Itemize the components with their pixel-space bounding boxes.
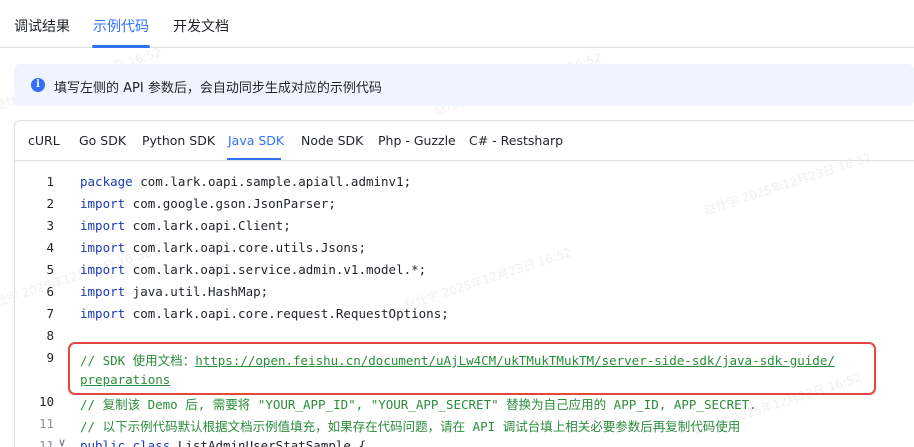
code-rest: com.lark.oapi.Client; bbox=[125, 218, 291, 233]
code-line: 11 public class ListAdminUserStatSample … bbox=[15, 438, 914, 447]
code-rest: com.google.gson.JsonParser; bbox=[125, 196, 336, 211]
code-keyword: import bbox=[80, 262, 126, 277]
code-line: 1 package com.lark.oapi.sample.apiall.ad… bbox=[15, 174, 914, 196]
top-tab-bar: 调试结果 示例代码 开发文档 bbox=[0, 0, 914, 48]
code-comment: // 以下示例代码默认根据文档示例值填充，如果存在代码问题，请在 API 调试台… bbox=[80, 419, 741, 434]
tab-sample-code[interactable]: 示例代码 bbox=[93, 16, 149, 36]
line-number: 1 bbox=[46, 174, 54, 189]
info-text: 填写左侧的 API 参数后，会自动同步生成对应的示例代码 bbox=[54, 81, 382, 96]
active-tab-indicator bbox=[92, 45, 150, 48]
code-keyword: public class bbox=[80, 438, 171, 447]
tab-curl[interactable]: cURL bbox=[28, 133, 60, 148]
code-text: import com.lark.oapi.Client; bbox=[80, 218, 291, 233]
code-line: 7 import com.lark.oapi.core.request.Requ… bbox=[15, 306, 914, 328]
code-panel: cURL Go SDK Python SDK Java SDK Node SDK… bbox=[14, 120, 914, 447]
code-text: public class ListAdminUserStatSample { bbox=[80, 438, 366, 447]
code-rest: com.lark.oapi.core.utils.Jsons; bbox=[125, 240, 366, 255]
line-number: 10 bbox=[38, 394, 54, 409]
code-text: import com.lark.oapi.core.utils.Jsons; bbox=[80, 240, 366, 255]
info-icon: i bbox=[31, 78, 45, 92]
line-number: 11 bbox=[38, 416, 54, 431]
code-keyword: import bbox=[80, 218, 126, 233]
line-number: 7 bbox=[46, 306, 54, 321]
code-text: import java.util.HashMap; bbox=[80, 284, 268, 299]
language-tab-bar: cURL Go SDK Python SDK Java SDK Node SDK… bbox=[15, 121, 914, 161]
info-banner: i 填写左侧的 API 参数后，会自动同步生成对应的示例代码 bbox=[14, 64, 914, 106]
code-keyword: import bbox=[80, 196, 126, 211]
code-keyword: import bbox=[80, 240, 126, 255]
tab-debug-result[interactable]: 调试结果 bbox=[14, 16, 70, 36]
code-text: import com.google.gson.JsonParser; bbox=[80, 196, 336, 211]
code-text: import com.lark.oapi.service.admin.v1.mo… bbox=[80, 262, 426, 277]
highlight-annotation-box bbox=[68, 342, 876, 395]
tab-dev-docs[interactable]: 开发文档 bbox=[173, 16, 229, 36]
line-number: 2 bbox=[46, 196, 54, 211]
code-rest: java.util.HashMap; bbox=[125, 284, 269, 299]
tab-csharp-restsharp[interactable]: C# - Restsharp bbox=[469, 133, 563, 148]
active-language-indicator bbox=[227, 158, 281, 160]
code-text: import com.lark.oapi.core.request.Reques… bbox=[80, 306, 449, 321]
code-line: 11 // 以下示例代码默认根据文档示例值填充，如果存在代码问题，请在 API … bbox=[15, 416, 914, 438]
line-number: 5 bbox=[46, 262, 54, 277]
fold-chevron-icon[interactable]: ∨ bbox=[58, 436, 66, 447]
code-keyword: import bbox=[80, 306, 126, 321]
code-rest: ListAdminUserStatSample { bbox=[170, 438, 366, 447]
tab-php-guzzle[interactable]: Php - Guzzle bbox=[378, 133, 456, 148]
code-rest: com.lark.oapi.service.admin.v1.model.*; bbox=[125, 262, 427, 277]
code-text: package com.lark.oapi.sample.apiall.admi… bbox=[80, 174, 411, 189]
line-number: 6 bbox=[46, 284, 54, 299]
line-number: 3 bbox=[46, 218, 54, 233]
line-number: 11 bbox=[38, 438, 54, 447]
tab-go-sdk[interactable]: Go SDK bbox=[79, 133, 126, 148]
code-keyword: package bbox=[80, 174, 133, 189]
code-line: 6 import java.util.HashMap; bbox=[15, 284, 914, 306]
tab-java-sdk[interactable]: Java SDK bbox=[228, 133, 284, 148]
line-number: 9 bbox=[46, 350, 54, 365]
code-comment: // 复制该 Demo 后, 需要将 "YOUR_APP_ID", "YOUR_… bbox=[80, 397, 757, 412]
code-line: 4 import com.lark.oapi.core.utils.Jsons; bbox=[15, 240, 914, 262]
code-line: 10 // 复制该 Demo 后, 需要将 "YOUR_APP_ID", "YO… bbox=[15, 394, 914, 416]
code-keyword: import bbox=[80, 284, 126, 299]
code-line: 5 import com.lark.oapi.service.admin.v1.… bbox=[15, 262, 914, 284]
code-rest: com.lark.oapi.sample.apiall.adminv1; bbox=[132, 174, 412, 189]
code-line: 3 import com.lark.oapi.Client; bbox=[15, 218, 914, 240]
line-number: 4 bbox=[46, 240, 54, 255]
code-rest: com.lark.oapi.core.request.RequestOption… bbox=[125, 306, 449, 321]
line-number: 8 bbox=[46, 328, 54, 343]
tab-node-sdk[interactable]: Node SDK bbox=[301, 133, 363, 148]
code-line: 2 import com.google.gson.JsonParser; bbox=[15, 196, 914, 218]
tab-python-sdk[interactable]: Python SDK bbox=[142, 133, 215, 148]
